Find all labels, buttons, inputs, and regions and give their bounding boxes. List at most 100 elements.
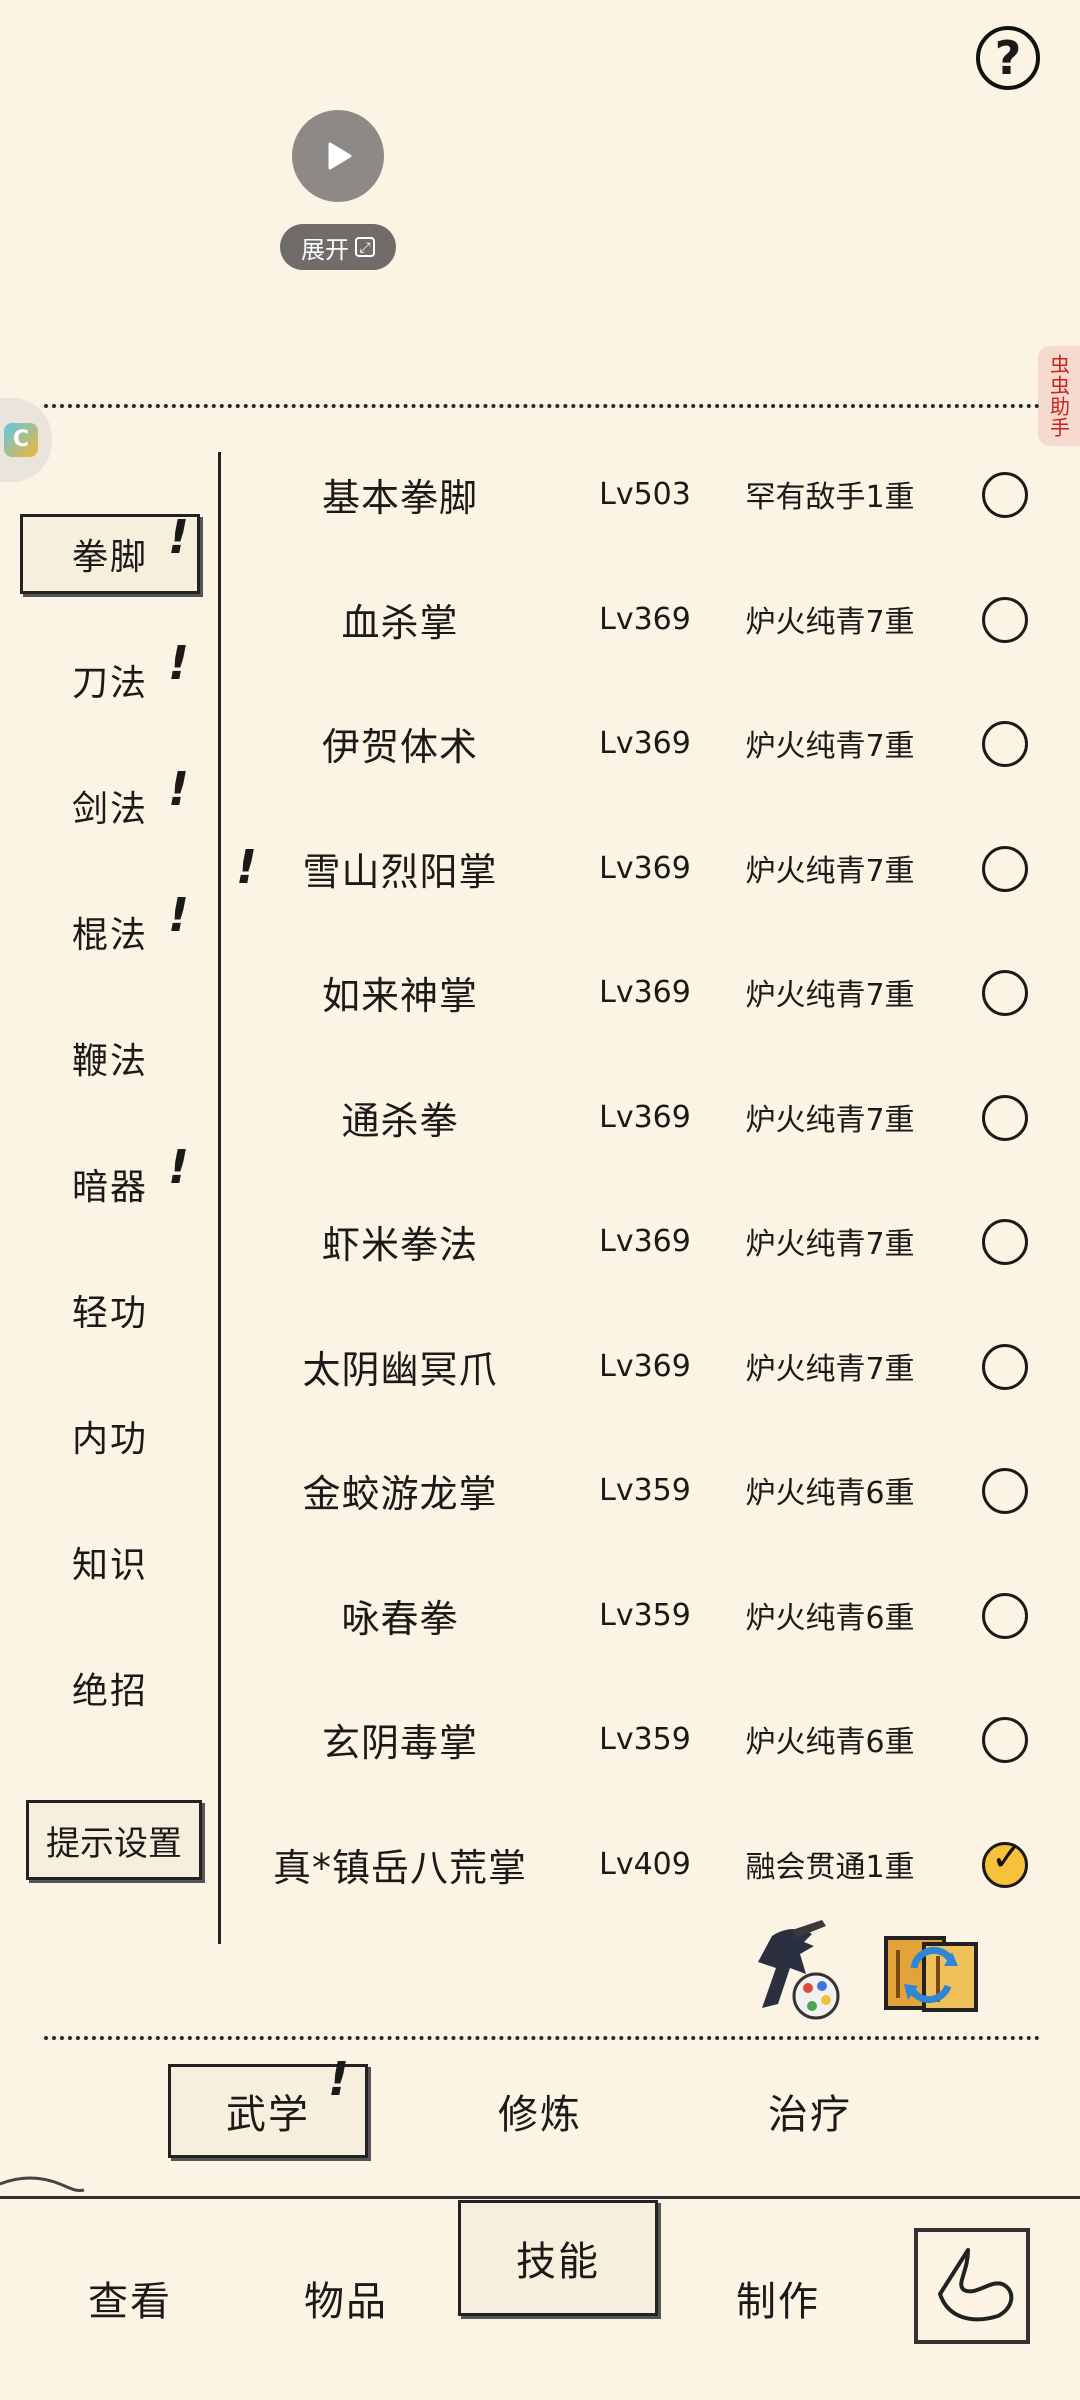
skill-name: 基本拳脚	[321, 475, 478, 520]
skill-level: Lv369	[599, 974, 691, 1010]
skill-row[interactable]: 雪山烈阳掌 Lv369 炉火纯青7重	[230, 806, 1060, 930]
skill-level: Lv369	[599, 601, 691, 637]
skill-select-checkbox[interactable]	[982, 846, 1028, 892]
category-tab[interactable]: 知识	[20, 1522, 200, 1602]
alert-mark: !	[168, 1140, 189, 1194]
skill-realm: 炉火纯青7重	[745, 1227, 915, 1262]
skill-name: 真*镇岳八荒掌	[272, 1845, 527, 1890]
skill-select-checkbox[interactable]	[982, 1344, 1028, 1390]
skill-name: 伊贺体术	[321, 724, 478, 769]
skill-select-checkbox[interactable]	[982, 597, 1028, 643]
skill-level: Lv369	[599, 1099, 691, 1135]
skill-name: 通杀拳	[341, 1098, 459, 1143]
skill-realm: 炉火纯青7重	[745, 854, 915, 889]
skill-level: Lv409	[599, 1846, 691, 1882]
expand-icon: ⤢	[355, 237, 375, 257]
skill-row[interactable]: 血杀掌 Lv369 炉火纯青7重	[230, 557, 1060, 681]
nav-tab-0[interactable]: 查看	[30, 2240, 230, 2356]
sub-tab-1[interactable]: 修炼	[440, 2064, 640, 2158]
assistant-tab[interactable]: 虫虫助手	[1038, 346, 1080, 446]
help-button[interactable]: ?	[976, 26, 1040, 90]
skill-select-checkbox[interactable]	[982, 721, 1028, 767]
skill-realm: 炉火纯青6重	[745, 1476, 915, 1511]
skill-name: 金蛟游龙掌	[302, 1471, 498, 1516]
skill-select-checkbox[interactable]	[982, 970, 1028, 1016]
alert-mark: !	[168, 762, 189, 816]
skill-select-checkbox[interactable]	[982, 1468, 1028, 1514]
category-divider	[218, 452, 221, 1944]
skill-row[interactable]: 玄阴毒掌 Lv359 炉火纯青6重	[230, 1677, 1060, 1801]
skill-row[interactable]: 通杀拳 Lv369 炉火纯青7重	[230, 1055, 1060, 1179]
category-tab[interactable]: 内功	[20, 1396, 200, 1476]
skill-row[interactable]: 虾米拳法 Lv369 炉火纯青7重	[230, 1179, 1060, 1303]
category-label: 棍法	[71, 915, 148, 956]
alert-mark: !	[168, 636, 189, 690]
skill-name: 咏春拳	[341, 1596, 459, 1641]
alert-mark: !	[168, 888, 189, 942]
skill-row[interactable]: 伊贺体术 Lv369 炉火纯青7重	[230, 681, 1060, 805]
skill-select-checkbox[interactable]	[982, 1095, 1028, 1141]
nav-tab-label: 物品	[304, 2279, 388, 2325]
skill-select-checkbox[interactable]	[982, 1219, 1028, 1265]
nav-tab-1[interactable]: 物品	[246, 2240, 446, 2356]
category-tab[interactable]: 鞭法	[20, 1018, 200, 1098]
nav-tab-2[interactable]: 技能	[458, 2200, 658, 2316]
category-label: 知识	[71, 1545, 148, 1586]
skill-level: Lv369	[599, 1348, 691, 1384]
skill-level: Lv369	[599, 725, 691, 761]
expand-label: 展开	[301, 235, 349, 264]
category-tab[interactable]: 绝招	[20, 1648, 200, 1728]
sub-tab-label: 武学	[226, 2092, 310, 2138]
play-button[interactable]	[292, 110, 384, 202]
skill-select-checkbox[interactable]	[982, 1593, 1028, 1639]
skill-row[interactable]: 基本拳脚 Lv503 罕有敌手1重	[230, 432, 1060, 556]
skill-select-checkbox[interactable]	[982, 472, 1028, 518]
nav-top-border	[0, 2196, 1080, 2199]
floating-app-button[interactable]: C	[0, 398, 52, 482]
skill-level: Lv359	[599, 1721, 691, 1757]
skill-name: 雪山烈阳掌	[302, 849, 498, 894]
skill-realm: 罕有敌手1重	[745, 480, 915, 515]
alert-mark: !	[236, 840, 257, 894]
skill-realm: 融会贯通1重	[745, 1850, 915, 1885]
skill-realm: 炉火纯青7重	[745, 605, 915, 640]
skill-row[interactable]: 金蛟游龙掌 Lv359 炉火纯青6重	[230, 1428, 1060, 1552]
back-button[interactable]	[914, 2228, 1030, 2344]
hint-settings-button[interactable]: 提示设置	[26, 1800, 202, 1880]
category-label: 剑法	[71, 789, 148, 830]
skill-name: 如来神掌	[321, 973, 478, 1018]
skill-row[interactable]: 真*镇岳八荒掌 Lv409 融会贯通1重	[230, 1802, 1060, 1926]
category-label: 拳脚	[71, 537, 148, 578]
skill-realm: 炉火纯青7重	[745, 1352, 915, 1387]
skill-realm: 炉火纯青6重	[745, 1601, 915, 1636]
nav-tab-label: 技能	[516, 2239, 600, 2285]
category-label: 绝招	[71, 1671, 148, 1712]
skill-level: Lv359	[599, 1597, 691, 1633]
skill-name: 血杀掌	[341, 600, 459, 645]
category-tab[interactable]: 轻功	[20, 1270, 200, 1350]
sub-tab-2[interactable]: 治疗	[710, 2064, 910, 2158]
skill-realm: 炉火纯青7重	[745, 1103, 915, 1138]
skill-level: Lv503	[599, 476, 691, 512]
skill-name: 虾米拳法	[321, 1222, 478, 1267]
question-mark-icon: ?	[994, 31, 1022, 85]
nav-tab-3[interactable]: 制作	[678, 2240, 878, 2356]
sub-tab-label: 修炼	[498, 2092, 582, 2138]
hint-settings-label: 提示设置	[46, 1823, 182, 1864]
alert-mark: !	[168, 510, 189, 564]
category-label: 内功	[71, 1419, 148, 1460]
sub-tab-label: 治疗	[768, 2092, 852, 2138]
category-label: 鞭法	[71, 1041, 148, 1082]
skill-row[interactable]: 太阴幽冥爪 Lv369 炉火纯青7重	[230, 1304, 1060, 1428]
skill-row[interactable]: 如来神掌 Lv369 炉火纯青7重	[230, 930, 1060, 1054]
skill-art-tool-icon[interactable]	[742, 1916, 844, 2024]
skill-select-checkbox[interactable]	[982, 1717, 1028, 1763]
skill-select-checkbox[interactable]	[982, 1835, 1028, 1888]
expand-button[interactable]: 展开 ⤢	[280, 224, 396, 270]
skill-swap-tool-icon[interactable]	[878, 1928, 982, 2020]
skill-row[interactable]: 咏春拳 Lv359 炉火纯青6重	[230, 1553, 1060, 1677]
skill-level: Lv359	[599, 1472, 691, 1508]
category-label: 暗器	[71, 1167, 148, 1208]
app-logo-icon: C	[4, 423, 38, 457]
skill-level: Lv369	[599, 850, 691, 886]
